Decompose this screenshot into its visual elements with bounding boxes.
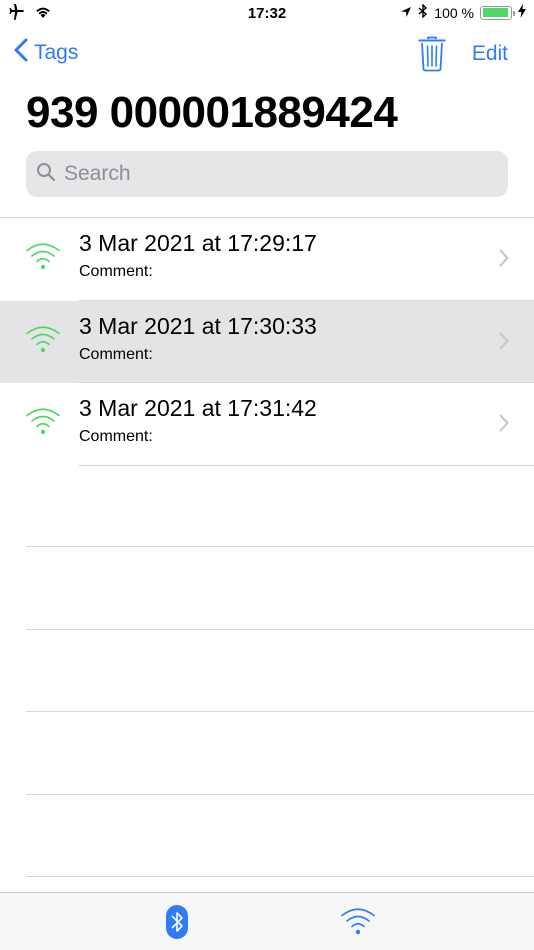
back-button-label: Tags <box>34 41 79 64</box>
chevron-right-icon <box>499 414 509 437</box>
edit-button[interactable]: Edit <box>472 42 508 66</box>
bluetooth-badge-icon <box>166 905 188 943</box>
charging-bolt-icon <box>518 4 526 21</box>
nfc-signal-icon <box>25 242 61 275</box>
empty-row-divider <box>26 794 534 795</box>
bluetooth-icon <box>418 3 428 21</box>
battery-percent: 100 % <box>434 4 474 21</box>
wireless-signal-icon <box>340 908 376 939</box>
list-item-title: 3 Mar 2021 at 17:29:17 <box>79 230 317 256</box>
nfc-tab[interactable] <box>340 907 376 940</box>
list-item[interactable]: 3 Mar 2021 at 17:30:33 Comment: <box>0 300 534 383</box>
trash-button[interactable] <box>418 36 446 77</box>
back-button[interactable]: Tags <box>14 38 78 68</box>
location-arrow-icon <box>400 5 412 21</box>
empty-row-divider <box>26 546 534 547</box>
chevron-right-icon <box>499 249 509 272</box>
nfc-signal-icon <box>25 325 61 358</box>
navigation-bar: Tags Edit <box>0 28 534 82</box>
trash-icon <box>418 36 446 76</box>
nfc-signal-icon <box>25 407 61 440</box>
scan-list: 3 Mar 2021 at 17:29:17 Comment: 3 Mar 20… <box>0 218 534 466</box>
chevron-right-icon <box>499 332 509 355</box>
chevron-left-icon <box>14 38 28 68</box>
empty-row-divider <box>26 629 534 630</box>
tab-bar <box>0 892 534 950</box>
bluetooth-tab[interactable] <box>166 905 188 944</box>
list-item-subtitle: Comment: <box>79 345 153 363</box>
list-item-subtitle: Comment: <box>79 263 153 280</box>
page-title: 939 000001889424 <box>26 88 398 137</box>
search-icon <box>36 162 56 187</box>
status-right: 100 % <box>400 3 526 21</box>
search-bar[interactable] <box>26 151 508 197</box>
status-bar: 17:32 100 % <box>0 0 534 28</box>
empty-row-divider <box>26 876 534 877</box>
search-input[interactable] <box>64 162 484 186</box>
empty-row-divider <box>26 711 534 712</box>
list-item[interactable]: 3 Mar 2021 at 17:29:17 Comment: <box>0 218 534 301</box>
list-item[interactable]: 3 Mar 2021 at 17:31:42 Comment: <box>0 383 534 466</box>
list-item-subtitle: Comment: <box>79 428 153 445</box>
list-item-title: 3 Mar 2021 at 17:30:33 <box>79 312 317 339</box>
battery-icon <box>480 5 515 20</box>
list-item-title: 3 Mar 2021 at 17:31:42 <box>79 395 317 421</box>
row-divider <box>79 464 534 466</box>
